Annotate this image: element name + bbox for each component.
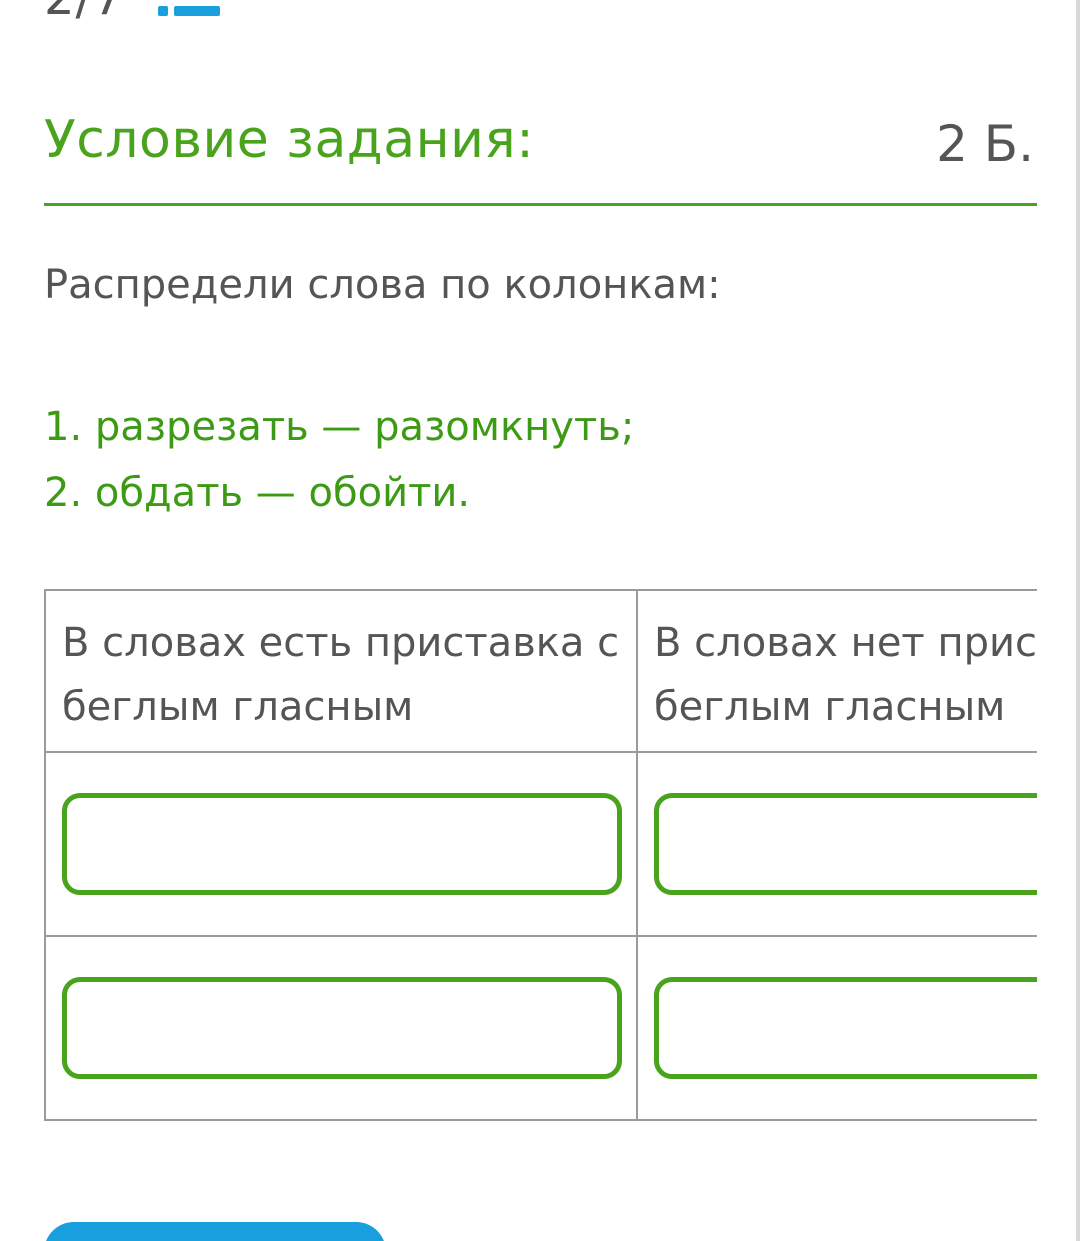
table-row (44, 935, 1037, 1121)
word-pair-2: 2. обдать — обойти. (44, 470, 471, 516)
page-edge-divider (1076, 0, 1080, 1241)
table-header-row: В словах есть приставка с беглым гласным… (44, 589, 1037, 753)
table-cell (44, 935, 638, 1121)
progress-bar-icon (158, 4, 222, 16)
table-cell (44, 751, 638, 937)
column-header-with-vowel: В словах есть приставка с беглым гласным (44, 589, 638, 753)
table-cell (636, 935, 1037, 1121)
answer-drop-slot[interactable] (62, 793, 622, 895)
column-header-without-vowel: В словах нет приставки с беглым гласным (636, 589, 1037, 753)
question-counter: 2/7 (44, 0, 124, 26)
progress-fill (174, 6, 220, 16)
word-pair-1: 1. разрезать — разомкнуть; (44, 404, 635, 450)
task-title: Условие задания: (44, 110, 535, 170)
sorting-table: В словах есть приставка с беглым гласным… (44, 589, 1037, 1121)
answer-drop-slot[interactable] (654, 793, 1037, 895)
table-cell (636, 751, 1037, 937)
submit-button[interactable] (44, 1222, 386, 1241)
sorting-table-viewport[interactable]: В словах есть приставка с беглым гласным… (44, 589, 1037, 1123)
task-instruction: Распредели слова по колонкам: (44, 262, 721, 308)
answer-drop-slot[interactable] (654, 977, 1037, 1079)
answer-drop-slot[interactable] (62, 977, 622, 1079)
title-divider (44, 203, 1037, 206)
table-row (44, 751, 1037, 937)
word-list: 1. разрезать — разомкнуть; 2. обдать — о… (44, 394, 634, 526)
progress-dot (158, 6, 168, 16)
task-points: 2 Б. (936, 115, 1034, 173)
